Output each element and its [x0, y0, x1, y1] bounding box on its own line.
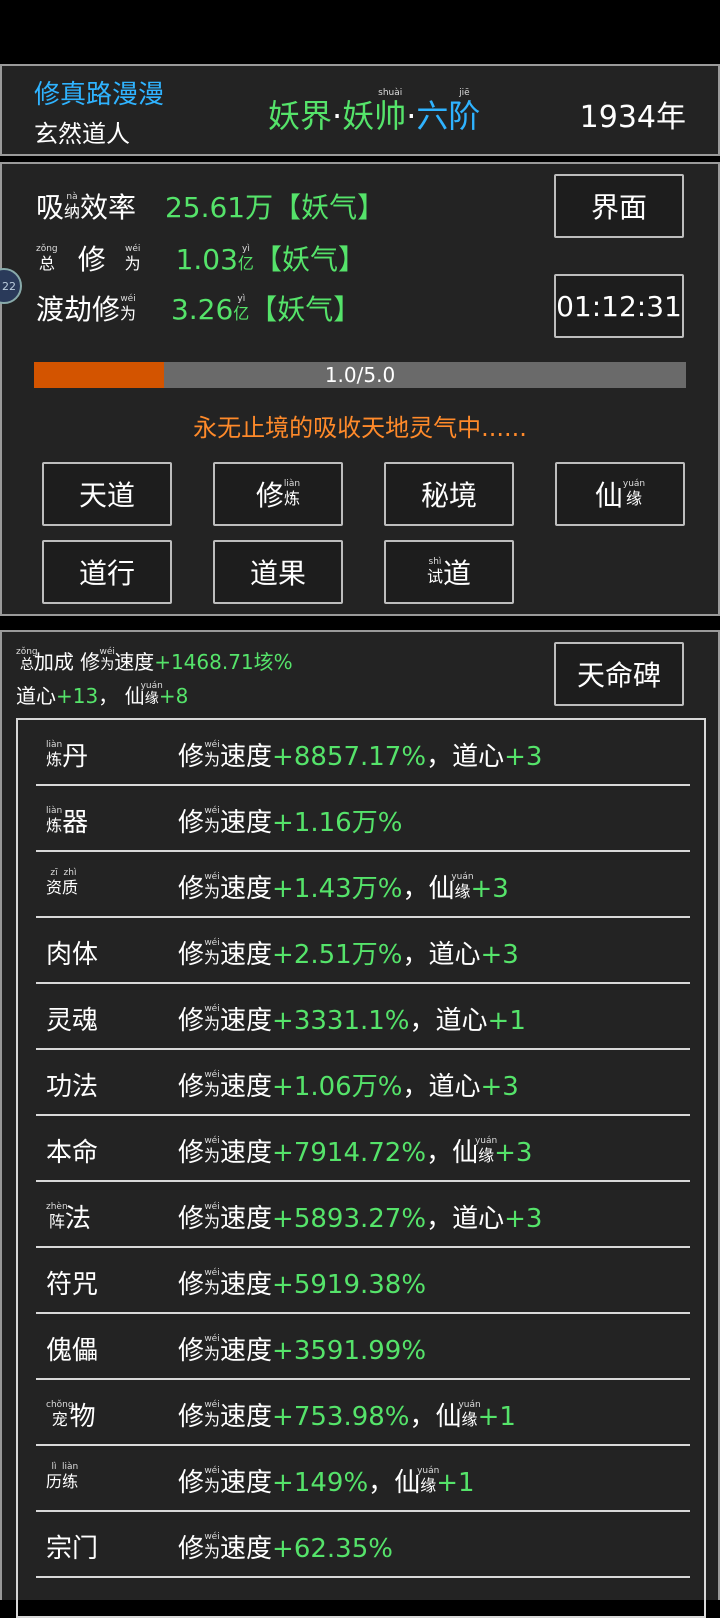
list-item[interactable]: 宗门 修为wéi 速度+62.35% [36, 1512, 690, 1578]
list-item-name: 宗门 [46, 1534, 99, 1564]
secret-realm-button[interactable]: 秘境 [384, 462, 514, 526]
list-item-description: 修为wéi 速度+1.06万%，道心+3 [178, 1070, 519, 1102]
total-cultivation-row: 总zǒng 修 为wéi 1.03亿yì 【妖气】 [36, 243, 366, 276]
progress-bar: 1.0/5.0 [34, 362, 686, 388]
list-item-name: 历lì练liàn [46, 1462, 79, 1491]
list-item-description: 修为wéi 速度+753.98%，仙缘yuán+1 [178, 1400, 516, 1432]
list-item-description: 修为wéi 速度+149%，仙缘yuán+1 [178, 1466, 475, 1498]
list-item-name: 资zī质zhì [46, 868, 79, 897]
list-item-name: 阵zhèn法 [46, 1202, 91, 1234]
tiandao-button[interactable]: 天道 [42, 462, 172, 526]
realm-rank-b: 帅shuài [374, 88, 407, 135]
list-item-description: 修为wéi 速度+3591.99% [178, 1334, 427, 1366]
list-item-description: 修为wéi 速度+8857.17%，道心+3 [178, 740, 543, 772]
list-item-description: 修为wéi 速度+7914.72%，仙缘yuán+3 [178, 1136, 533, 1168]
list-item-name: 符咒 [46, 1270, 99, 1300]
list-item[interactable]: 炼liàn 器 修为wéi 速度+1.16万% [36, 786, 690, 852]
bonus-list: 炼liàn 丹修为wéi 速度+8857.17%，道心+3 炼liàn 器修为wéi 速度… [16, 718, 706, 1618]
status-message: 永无止境的吸收天地灵气中...... [193, 414, 527, 442]
list-item-description: 修为wéi 速度+5893.27%，道心+3 [178, 1202, 543, 1234]
cultivate-button[interactable]: 修炼liàn [213, 462, 343, 526]
header-panel: 修真路漫漫 玄然道人 妖界·妖帅shuài·六阶jiē 1934年 [0, 64, 720, 156]
list-item[interactable]: 灵魂 修为wéi 速度+3331.1%，道心+1 [36, 984, 690, 1050]
daoxin-xianyuan-line: 道心+13， 仙缘yuán+8 [16, 681, 189, 708]
tribulation-row: 渡劫修为wéi 3.26亿yì 【妖气】 [36, 293, 362, 326]
interface-button[interactable]: 界面 [554, 174, 684, 238]
tianming-stele-button[interactable]: 天命碑 [554, 642, 684, 706]
list-item-name: 宠chǒng物 [46, 1400, 96, 1432]
daoguo-button[interactable]: 道果 [213, 540, 343, 604]
stats-panel: 吸纳nà 效率 25.61万【妖气】 总zǒng 修 为wéi 1.03亿yì 【妖… [0, 162, 720, 616]
realm-dot-2: · [406, 97, 417, 135]
tribulation-value: 3.26 [170, 293, 234, 326]
list-item-description: 修为wéi 速度+1.16万% [178, 806, 403, 838]
list-item-description: 修为wéi 速度+62.35% [178, 1532, 393, 1564]
year-display: 1934年 [579, 100, 686, 135]
list-item-name: 灵魂 [46, 1006, 99, 1036]
list-item-description: 修为wéi 速度+2.51万%，道心+3 [178, 938, 519, 970]
timer-button[interactable]: 01:12:31 [554, 274, 684, 338]
list-item-name: 本命 [46, 1138, 99, 1168]
progress-text: 1.0/5.0 [324, 363, 396, 387]
total-cultivation-value: 1.03 [175, 243, 238, 276]
list-item-description: 修为wéi 速度+3331.1%，道心+1 [178, 1004, 526, 1036]
realm-level-b: 阶jiē [448, 88, 481, 135]
bonus-panel: 总zǒng加成 修为wéi 速度+1468.71垓% 道心+13， 仙缘yuán+… [0, 630, 720, 1618]
realm-dot: · [332, 97, 343, 135]
trial-dao-button[interactable]: 试shì 道 [384, 540, 514, 604]
list-item-name: 炼liàn 器 [46, 806, 89, 838]
list-item-description: 修为wéi 速度+1.43万%，仙缘yuán+3 [178, 872, 509, 904]
game-title: 修真路漫漫 [34, 80, 165, 110]
list-item-name: 傀儡 [46, 1336, 99, 1366]
list-item[interactable]: 宠chǒng物 修为wéi 速度+753.98%，仙缘yuán+1 [36, 1380, 690, 1446]
immortal-fate-button[interactable]: 仙缘yuán [555, 462, 685, 526]
list-item-name: 肉体 [46, 940, 99, 970]
list-item[interactable]: 傀儡 修为wéi 速度+3591.99% [36, 1314, 690, 1380]
list-item[interactable]: 肉体 修为wéi 速度+2.51万%，道心+3 [36, 918, 690, 984]
total-bonus-line: 总zǒng加成 修为wéi 速度+1468.71垓% [16, 647, 293, 674]
list-item[interactable]: 资zī质zhì 修为wéi 速度+1.43万%，仙缘yuán+3 [36, 852, 690, 918]
list-item[interactable]: 历lì练liàn 修为wéi 速度+149%，仙缘yuán+1 [36, 1446, 690, 1512]
absorb-rate-value: 25.61万【妖气】 [164, 191, 386, 224]
realm-rank-a: 妖 [342, 97, 375, 135]
list-item-name: 功法 [46, 1072, 99, 1102]
realm-title: 妖界·妖帅shuài·六阶jiē [268, 88, 480, 137]
list-item-description: 修为wéi 速度+5919.38% [178, 1268, 427, 1300]
list-item-name: 炼liàn 丹 [46, 740, 89, 772]
list-item[interactable]: 阵zhèn法 修为wéi 速度+5893.27%，道心+3 [36, 1182, 690, 1248]
player-name: 玄然道人 [34, 120, 130, 148]
list-item[interactable]: 炼liàn 丹 修为wéi 速度+8857.17%，道心+3 [36, 720, 690, 786]
list-item[interactable]: 符咒 修为wéi 速度+5919.38% [36, 1248, 690, 1314]
list-item[interactable]: 功法 修为wéi 速度+1.06万%，道心+3 [36, 1050, 690, 1116]
realm-level-a: 六 [416, 97, 449, 135]
realm-world: 妖界 [268, 97, 333, 135]
side-float-badge[interactable]: 22 [0, 268, 22, 304]
absorb-rate-row: 吸纳nà 效率 25.61万【妖气】 [36, 191, 386, 224]
daoxing-button[interactable]: 道行 [42, 540, 172, 604]
list-item[interactable]: 本命 修为wéi 速度+7914.72%，仙缘yuán+3 [36, 1116, 690, 1182]
